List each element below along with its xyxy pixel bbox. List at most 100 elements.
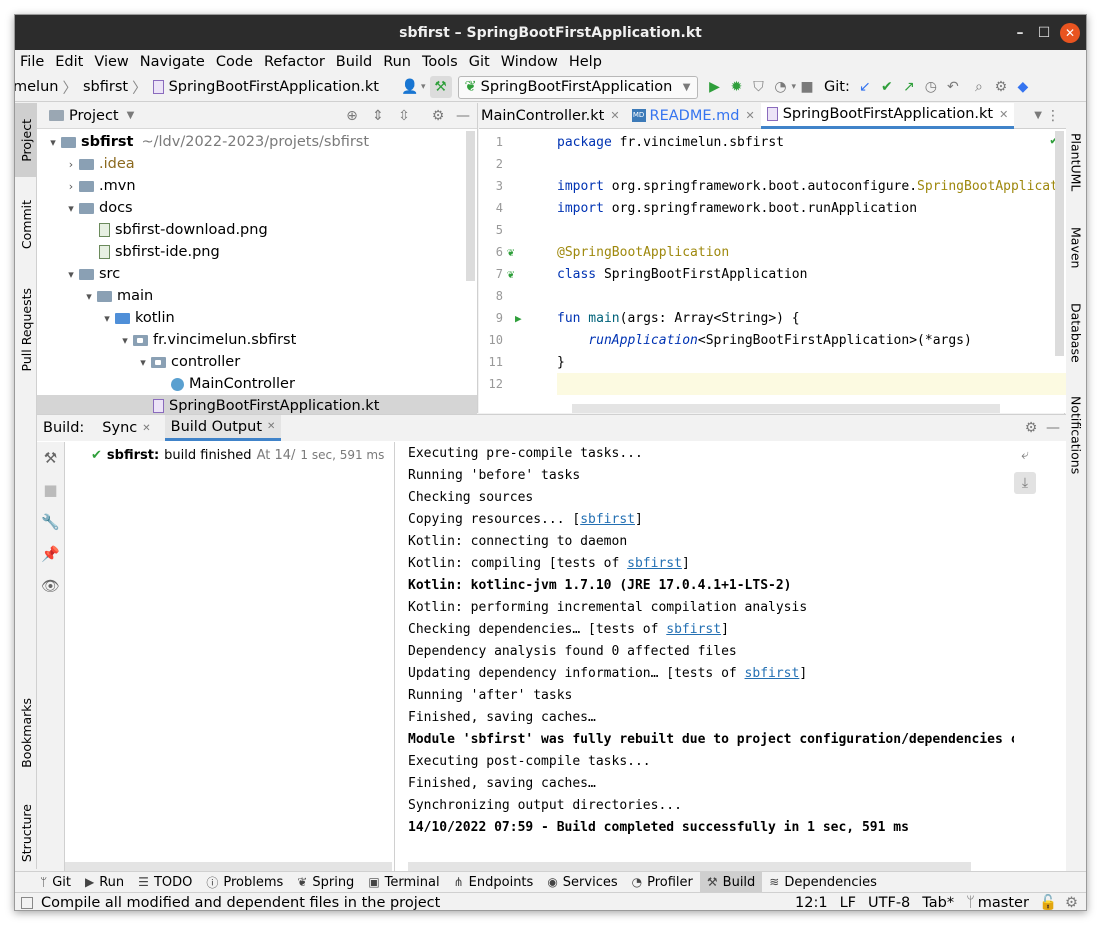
locate-icon[interactable]: ⊕: [341, 105, 363, 127]
chevron-down-icon[interactable]: ▾: [135, 356, 151, 369]
scroll-to-end-icon[interactable]: ⤓: [1014, 472, 1036, 494]
tool-tab-structure[interactable]: Structure: [15, 791, 37, 876]
close-tab-icon[interactable]: ✕: [999, 108, 1008, 121]
tree-item-idea[interactable]: › .idea: [37, 153, 477, 175]
chevron-down-icon[interactable]: ▾: [63, 202, 79, 215]
menu-tools[interactable]: Tools: [422, 54, 458, 70]
tree-item-package[interactable]: ▾ fr.vincimelun.sbfirst: [37, 329, 477, 351]
tree-item-sbfirst-ide-png[interactable]: sbfirst-ide.png: [37, 241, 477, 263]
tool-window-spring[interactable]: ❦ Spring: [290, 872, 361, 893]
tool-tab-commit[interactable]: Commit: [15, 185, 37, 265]
tool-window-run[interactable]: ▶ Run: [78, 872, 131, 893]
run-icon[interactable]: ▶: [704, 76, 726, 98]
indent-setting[interactable]: Tab*: [922, 895, 954, 911]
chevron-down-icon[interactable]: ▾: [45, 136, 61, 149]
search-icon[interactable]: ⌕: [968, 76, 990, 98]
soft-wrap-icon[interactable]: ⤶: [1014, 444, 1036, 466]
line-separator[interactable]: LF: [840, 895, 856, 911]
menu-run[interactable]: Run: [383, 54, 411, 70]
menu-build[interactable]: Build: [336, 54, 372, 70]
profile-icon[interactable]: ◔: [770, 76, 792, 98]
menu-edit[interactable]: Edit: [55, 54, 83, 70]
tool-window-problems[interactable]: ⓘ Problems: [199, 872, 290, 893]
expand-all-icon[interactable]: ⇕: [367, 105, 389, 127]
tool-tab-notifications[interactable]: Notifications: [1065, 385, 1086, 485]
gear-icon[interactable]: ⚙: [427, 105, 449, 127]
wrench-icon[interactable]: 🔧: [37, 506, 64, 538]
tool-tab-pull-requests[interactable]: Pull Requests: [15, 275, 37, 385]
spring-bean-icon[interactable]: ❦: [507, 245, 514, 259]
run-configuration-select[interactable]: ❦ SpringBootFirstApplication ▼: [457, 75, 698, 99]
gear-icon[interactable]: ⚙: [990, 76, 1012, 98]
hammer-icon[interactable]: ⚒: [37, 442, 64, 474]
menu-code[interactable]: Code: [216, 54, 253, 70]
event-log-icon[interactable]: ⚙: [1065, 895, 1078, 911]
editor-vertical-scrollbar[interactable]: [1055, 131, 1064, 356]
tree-item-src[interactable]: ▾ src: [37, 263, 477, 285]
lock-icon[interactable]: 🔓: [1039, 894, 1057, 910]
chevron-down-icon[interactable]: ▼: [1034, 110, 1042, 121]
output-scrollbar[interactable]: [408, 862, 971, 871]
chevron-right-icon[interactable]: ›: [63, 180, 79, 193]
tab-springbootfirstapplication[interactable]: SpringBootFirstApplication.kt ✕: [760, 102, 1015, 129]
chevron-down-icon[interactable]: ▾: [63, 268, 79, 281]
rollback-icon[interactable]: ↶: [942, 76, 964, 98]
spring-bean-icon[interactable]: ❦: [507, 267, 514, 281]
stop-icon[interactable]: ■: [796, 76, 818, 98]
minimize-icon[interactable]: –: [1010, 23, 1030, 43]
history-icon[interactable]: ◷: [920, 76, 942, 98]
output-link[interactable]: sbfirst: [666, 622, 721, 637]
menu-git[interactable]: Git: [469, 54, 490, 70]
git-update-icon[interactable]: ↙: [854, 76, 876, 98]
menu-refactor[interactable]: Refactor: [264, 54, 325, 70]
tool-window-profiler[interactable]: ◔ Profiler: [625, 872, 700, 893]
breadcrumb-project[interactable]: sbfirst: [83, 79, 128, 95]
tool-window-todo[interactable]: ☰ TODO: [131, 872, 199, 893]
hide-icon[interactable]: —: [1042, 417, 1064, 439]
chevron-right-icon[interactable]: ›: [63, 158, 79, 171]
tool-window-services[interactable]: ◉ Services: [540, 872, 624, 893]
menu-navigate[interactable]: Navigate: [140, 54, 205, 70]
tree-item-kotlin[interactable]: ▾ kotlin: [37, 307, 477, 329]
chevron-down-icon[interactable]: ▾: [117, 334, 133, 347]
close-tab-icon[interactable]: ✕: [142, 423, 150, 434]
code-area[interactable]: ✔ 1 package fr.vincimelun.sbfirst 2 3 im…: [489, 131, 1066, 413]
project-scrollbar[interactable]: [466, 131, 475, 281]
tree-item-maincontroller[interactable]: MainController: [37, 373, 477, 395]
coverage-icon[interactable]: ⛉: [748, 76, 770, 98]
file-encoding[interactable]: UTF-8: [868, 895, 910, 911]
tree-item-docs[interactable]: ▾ docs: [37, 197, 477, 219]
tree-item-controller[interactable]: ▾ controller: [37, 351, 477, 373]
tool-tab-maven[interactable]: Maven: [1065, 215, 1086, 281]
gear-icon[interactable]: ⚙: [1020, 417, 1042, 439]
jetbrains-logo-icon[interactable]: ◆: [1012, 76, 1034, 98]
close-icon[interactable]: ✕: [1060, 23, 1080, 43]
maximize-icon[interactable]: ☐: [1034, 23, 1054, 43]
tool-tab-bookmarks[interactable]: Bookmarks: [15, 688, 37, 778]
tool-tab-database[interactable]: Database: [1065, 293, 1086, 373]
stop-icon[interactable]: ■: [37, 474, 64, 506]
tool-window-endpoints[interactable]: ⋔ Endpoints: [447, 872, 541, 893]
git-push-icon[interactable]: ↗: [898, 76, 920, 98]
tab-build-output[interactable]: Build Output ✕: [164, 415, 282, 441]
tab-sync[interactable]: Sync ✕: [102, 415, 150, 441]
menu-window[interactable]: Window: [501, 54, 558, 70]
collapse-all-icon[interactable]: ⇳: [393, 105, 415, 127]
run-gutter-icon[interactable]: ▶: [515, 312, 522, 325]
tree-item-sbfirst-download-png[interactable]: sbfirst-download.png: [37, 219, 477, 241]
close-tab-icon[interactable]: ✕: [267, 421, 275, 432]
build-tree-item[interactable]: ✔ sbfirst: build finished At 14/ 1 sec, …: [65, 442, 394, 468]
menu-view[interactable]: View: [94, 54, 128, 70]
menu-file[interactable]: File: [20, 54, 44, 70]
user-icon[interactable]: 👤: [399, 76, 421, 98]
tool-window-git[interactable]: ᛘ Git: [33, 872, 78, 893]
output-link[interactable]: sbfirst: [745, 666, 800, 681]
chevron-down-icon[interactable]: ▾: [421, 82, 426, 92]
pin-icon[interactable]: 📌: [37, 538, 64, 570]
project-panel-title[interactable]: Project: [69, 108, 119, 124]
breadcrumb-module[interactable]: melun: [15, 79, 58, 95]
tool-tab-project[interactable]: Project: [15, 103, 37, 177]
close-tab-icon[interactable]: ✕: [610, 109, 619, 122]
caret-position[interactable]: 12:1: [795, 895, 828, 911]
toggle-tool-windows-icon[interactable]: [21, 896, 33, 909]
